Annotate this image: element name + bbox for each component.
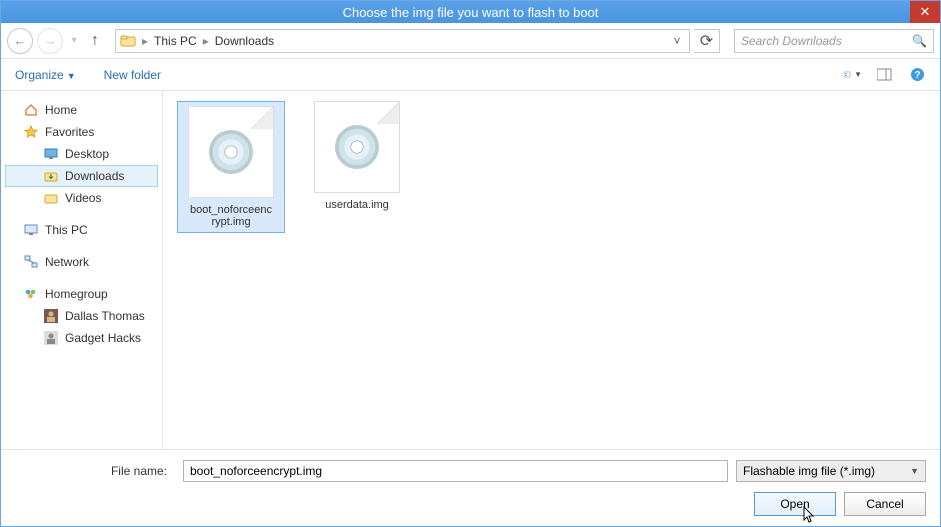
- new-folder-button[interactable]: New folder: [104, 68, 161, 82]
- search-input[interactable]: Search Downloads 🔍: [734, 29, 934, 53]
- open-button[interactable]: Open: [754, 492, 836, 516]
- home-icon: [23, 102, 39, 118]
- sidebar-item-user1[interactable]: Dallas Thomas: [5, 305, 158, 327]
- sidebar-item-homegroup[interactable]: Homegroup: [5, 283, 158, 305]
- svg-text:?: ?: [914, 70, 920, 81]
- file-thumbnail: [314, 101, 400, 193]
- refresh-button[interactable]: ⟳: [694, 29, 720, 53]
- computer-icon: [23, 222, 39, 238]
- sidebar-item-home[interactable]: Home: [5, 99, 158, 121]
- search-icon: 🔍: [912, 34, 927, 48]
- close-button[interactable]: ✕: [910, 1, 940, 23]
- desktop-icon: [43, 146, 59, 162]
- footer: File name: Flashable img file (*.img) ▼ …: [1, 449, 940, 526]
- view-options-button[interactable]: ▼: [844, 67, 862, 83]
- file-name: userdata.img: [307, 199, 407, 211]
- sidebar-item-desktop[interactable]: Desktop: [5, 143, 158, 165]
- back-button[interactable]: ←: [7, 28, 33, 54]
- disc-icon: [209, 130, 253, 174]
- chevron-down-icon: ▼: [910, 466, 919, 476]
- disc-icon: [335, 125, 379, 169]
- filter-text: Flashable img file (*.img): [743, 464, 875, 478]
- filename-label: File name:: [15, 464, 175, 478]
- filename-input[interactable]: [183, 460, 728, 482]
- toolbar: Organize▼ New folder ▼ ?: [1, 59, 940, 91]
- window-title: Choose the img file you want to flash to…: [343, 5, 599, 20]
- address-dropdown-icon[interactable]: ˅: [669, 34, 685, 48]
- sidebar-item-network[interactable]: Network: [5, 251, 158, 273]
- search-placeholder: Search Downloads: [741, 34, 842, 48]
- homegroup-icon: [23, 286, 39, 302]
- avatar-icon: [43, 330, 59, 346]
- file-thumbnail: [188, 106, 274, 198]
- file-item[interactable]: boot_noforceenc rypt.img: [177, 101, 285, 233]
- breadcrumb-root[interactable]: This PC: [154, 34, 197, 48]
- up-button[interactable]: ↑: [85, 32, 105, 50]
- breadcrumb-sep-icon: ▸: [203, 34, 209, 48]
- file-name: boot_noforceenc rypt.img: [182, 204, 280, 228]
- titlebar: Choose the img file you want to flash to…: [1, 1, 940, 23]
- filetype-filter[interactable]: Flashable img file (*.img) ▼: [736, 460, 926, 482]
- sidebar-item-favorites[interactable]: Favorites: [5, 121, 158, 143]
- help-button[interactable]: ?: [908, 67, 926, 83]
- folder-icon: [43, 168, 59, 184]
- star-icon: [23, 124, 39, 140]
- address-bar[interactable]: ▸ This PC ▸ Downloads ˅: [115, 29, 690, 53]
- recent-locations-button[interactable]: ▾: [67, 28, 81, 54]
- file-list[interactable]: boot_noforceenc rypt.img userdata.img: [163, 91, 940, 449]
- avatar-icon: [43, 308, 59, 324]
- breadcrumb-folder[interactable]: Downloads: [215, 34, 274, 48]
- folder-icon: [120, 33, 136, 49]
- file-item[interactable]: userdata.img: [307, 101, 407, 211]
- organize-button[interactable]: Organize▼: [15, 68, 76, 82]
- breadcrumb-sep-icon: ▸: [142, 34, 148, 48]
- sidebar-item-user2[interactable]: Gadget Hacks: [5, 327, 158, 349]
- navbar: ← → ▾ ↑ ▸ This PC ▸ Downloads ˅ ⟳ Search…: [1, 23, 940, 59]
- sidebar-item-videos[interactable]: Videos: [5, 187, 158, 209]
- sidebar: Home Favorites Desktop Downloads Videos …: [1, 91, 163, 449]
- cancel-button[interactable]: Cancel: [844, 492, 926, 516]
- sidebar-item-thispc[interactable]: This PC: [5, 219, 158, 241]
- forward-button[interactable]: →: [37, 28, 63, 54]
- sidebar-item-downloads[interactable]: Downloads: [5, 165, 158, 187]
- folder-icon: [43, 190, 59, 206]
- network-icon: [23, 254, 39, 270]
- file-open-dialog: Choose the img file you want to flash to…: [0, 0, 941, 527]
- preview-pane-button[interactable]: [876, 67, 894, 83]
